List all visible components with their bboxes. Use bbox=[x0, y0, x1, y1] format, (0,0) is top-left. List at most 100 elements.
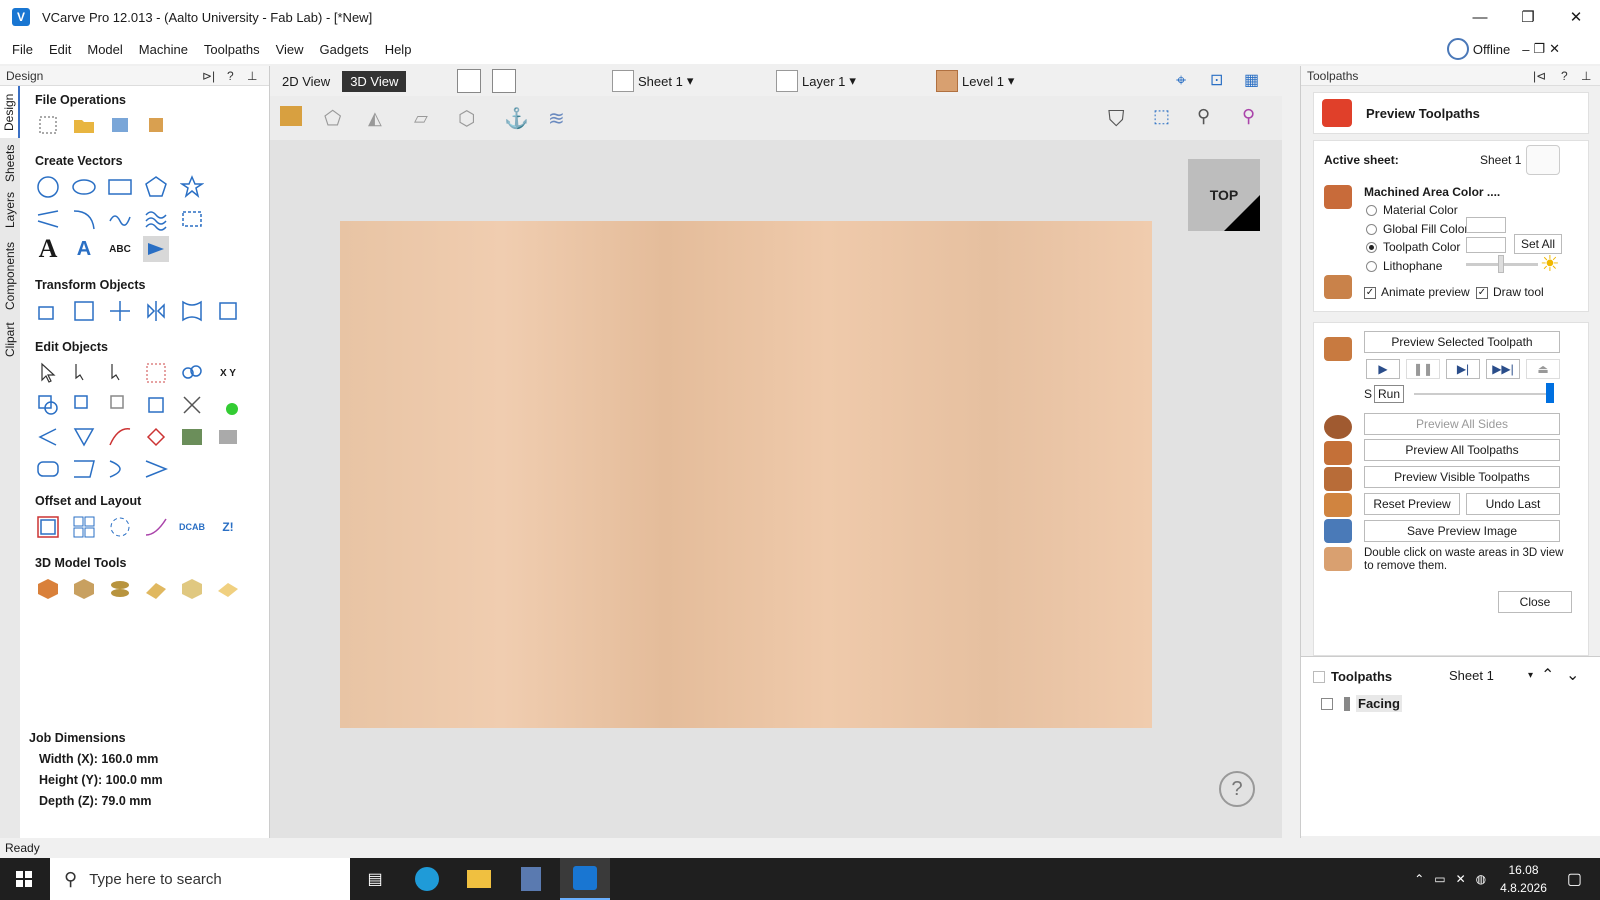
3d-viewport[interactable]: 2D View 3D View Sheet 1 ▾ Layer 1 ▾ Level … bbox=[270, 66, 1282, 838]
collapse-icon[interactable]: |⊲ bbox=[1533, 69, 1546, 83]
cube-model-icon[interactable] bbox=[179, 576, 205, 602]
job-setup-icon[interactable] bbox=[143, 112, 169, 138]
menu-view[interactable]: View bbox=[268, 42, 312, 57]
copy-along-curve-icon[interactable] bbox=[143, 514, 169, 540]
clipart-model-icon[interactable] bbox=[71, 576, 97, 602]
move-up-icon[interactable]: ⌃ bbox=[1541, 665, 1554, 685]
shaded-view-icon[interactable]: ⛉ bbox=[1108, 106, 1125, 132]
anchor-icon[interactable]: ⚓ bbox=[504, 106, 529, 131]
zoom-box-icon[interactable]: ⬚ bbox=[1153, 106, 1170, 127]
radio-material-color[interactable]: Material Color bbox=[1366, 203, 1458, 217]
toolpath-sheet-select[interactable]: Sheet 1 ▾ bbox=[1447, 665, 1535, 685]
image-edit-icon[interactable] bbox=[179, 424, 205, 450]
step-repeat-icon[interactable]: DCAB bbox=[179, 514, 205, 540]
radio-lithophane[interactable]: Lithophane bbox=[1366, 259, 1442, 273]
slice-model-icon[interactable] bbox=[143, 576, 169, 602]
tab-layers[interactable]: Layers bbox=[0, 188, 20, 232]
reset-preview-button[interactable]: Reset Preview bbox=[1364, 493, 1460, 515]
wood-material-block[interactable] bbox=[340, 221, 1152, 728]
show-model-icon[interactable]: ◭ bbox=[368, 108, 382, 129]
split-vertical-icon[interactable] bbox=[492, 69, 516, 93]
wave-icon[interactable] bbox=[143, 206, 169, 232]
zoom-fit-icon[interactable]: ⚲ bbox=[1197, 106, 1210, 127]
draw-tool-checkbox[interactable]: ✓ Draw tool bbox=[1476, 285, 1544, 299]
collapse-icon[interactable]: ⊳| bbox=[202, 69, 215, 83]
fillet-icon[interactable] bbox=[35, 424, 61, 450]
menu-help[interactable]: Help bbox=[377, 42, 420, 57]
measure-icon[interactable]: X Y bbox=[215, 360, 241, 386]
polyline-icon[interactable] bbox=[35, 206, 61, 232]
pause-button[interactable]: ❚❚ bbox=[1406, 359, 1440, 379]
center-icon[interactable] bbox=[107, 298, 133, 324]
chamfer-icon[interactable] bbox=[71, 424, 97, 450]
interactive-icon[interactable] bbox=[143, 360, 169, 386]
split-horizontal-icon[interactable] bbox=[457, 69, 481, 93]
lithophane-slider-thumb[interactable] bbox=[1498, 255, 1504, 273]
speed-slider[interactable] bbox=[1414, 393, 1554, 395]
menu-gadgets[interactable]: Gadgets bbox=[312, 42, 377, 57]
tray-chevron-icon[interactable]: ⌃ bbox=[1414, 872, 1424, 886]
panel-close-icon[interactable]: ✕ bbox=[1549, 41, 1560, 57]
bend-icon[interactable] bbox=[107, 456, 133, 482]
tab-components[interactable]: Components bbox=[0, 236, 20, 316]
subtract-icon[interactable] bbox=[71, 392, 97, 418]
step-forward-button[interactable]: ▶| bbox=[1446, 359, 1480, 379]
help-icon[interactable]: ? bbox=[1561, 69, 1568, 83]
calculator-icon[interactable] bbox=[514, 863, 548, 895]
align-icon[interactable] bbox=[71, 298, 97, 324]
menu-machine[interactable]: Machine bbox=[131, 42, 196, 57]
nesting-icon[interactable]: Z! bbox=[215, 514, 241, 540]
vcarve-taskbar-icon[interactable] bbox=[560, 858, 610, 900]
volume-mute-icon[interactable]: ✕ bbox=[1456, 872, 1466, 886]
trace-bitmap-icon[interactable] bbox=[143, 236, 169, 262]
tab-clipart[interactable]: Clipart bbox=[0, 318, 20, 362]
taskbar-search[interactable]: ⚲ Type here to search bbox=[50, 858, 350, 900]
tab-sheets[interactable]: Sheets bbox=[0, 140, 20, 186]
edge-browser-icon[interactable] bbox=[410, 863, 444, 895]
join-icon[interactable] bbox=[143, 456, 169, 482]
file-explorer-icon[interactable] bbox=[462, 863, 496, 895]
notifications-icon[interactable]: ▢ bbox=[1567, 869, 1582, 889]
help-icon[interactable]: ? bbox=[227, 69, 234, 83]
offset-icon[interactable] bbox=[35, 514, 61, 540]
toolpath-lines-icon[interactable]: ≋ bbox=[548, 106, 565, 131]
import-icon[interactable] bbox=[107, 112, 133, 138]
group-icon[interactable] bbox=[179, 360, 205, 386]
pin-icon[interactable]: ⊥ bbox=[1581, 69, 1591, 83]
weld-icon[interactable] bbox=[35, 392, 61, 418]
open-file-icon[interactable] bbox=[71, 112, 97, 138]
animate-preview-checkbox[interactable]: ✓ Animate preview bbox=[1364, 285, 1470, 299]
view-3d-button[interactable]: 3D View bbox=[342, 70, 407, 92]
speed-slider-thumb[interactable] bbox=[1546, 383, 1554, 403]
select-icon[interactable] bbox=[35, 360, 61, 386]
toolpath-item-checkbox[interactable] bbox=[1321, 697, 1333, 710]
menu-model[interactable]: Model bbox=[79, 42, 130, 57]
preview-visible-toolpaths-button[interactable]: Preview Visible Toolpaths bbox=[1364, 466, 1560, 488]
stack-model-icon[interactable] bbox=[107, 576, 133, 602]
view-cube[interactable]: TOP bbox=[1188, 159, 1260, 231]
preview-all-toolpaths-button[interactable]: Preview All Toolpaths bbox=[1364, 439, 1560, 461]
menu-file[interactable]: File bbox=[4, 42, 41, 57]
snap-icon[interactable]: ⌖ bbox=[1176, 70, 1186, 91]
move-icon[interactable] bbox=[35, 298, 61, 324]
close-vectors-icon[interactable] bbox=[215, 392, 241, 418]
preview-selected-button[interactable]: Preview Selected Toolpath bbox=[1364, 331, 1560, 353]
layer-dropdown[interactable]: Layer 1 ▾ bbox=[776, 70, 856, 92]
fast-forward-button[interactable]: ▶▶| bbox=[1486, 359, 1520, 379]
level-dropdown[interactable]: Level 1 ▾ bbox=[936, 70, 1014, 92]
auto-layout-text-icon[interactable]: A bbox=[71, 236, 97, 262]
snap-grid-icon[interactable]: ⊡ bbox=[1210, 70, 1223, 90]
toolpaths-all-checkbox[interactable] bbox=[1313, 671, 1325, 683]
distort-icon[interactable] bbox=[179, 298, 205, 324]
zoom-selected-icon[interactable]: ⚲ bbox=[1242, 106, 1255, 127]
network-globe-icon[interactable]: ◍ bbox=[1476, 872, 1486, 886]
new-job-icon[interactable] bbox=[35, 112, 61, 138]
palette-icon[interactable] bbox=[1526, 145, 1560, 175]
text-icon[interactable]: A bbox=[35, 234, 61, 263]
panel-restore-icon[interactable]: ❐ bbox=[1533, 41, 1545, 57]
circular-array-icon[interactable] bbox=[107, 514, 133, 540]
curve-icon[interactable] bbox=[107, 206, 133, 232]
offline-status[interactable]: Offline – ❐ ✕ bbox=[1446, 38, 1560, 60]
close-preview-button[interactable]: Close bbox=[1498, 591, 1572, 613]
menu-edit[interactable]: Edit bbox=[41, 42, 79, 57]
